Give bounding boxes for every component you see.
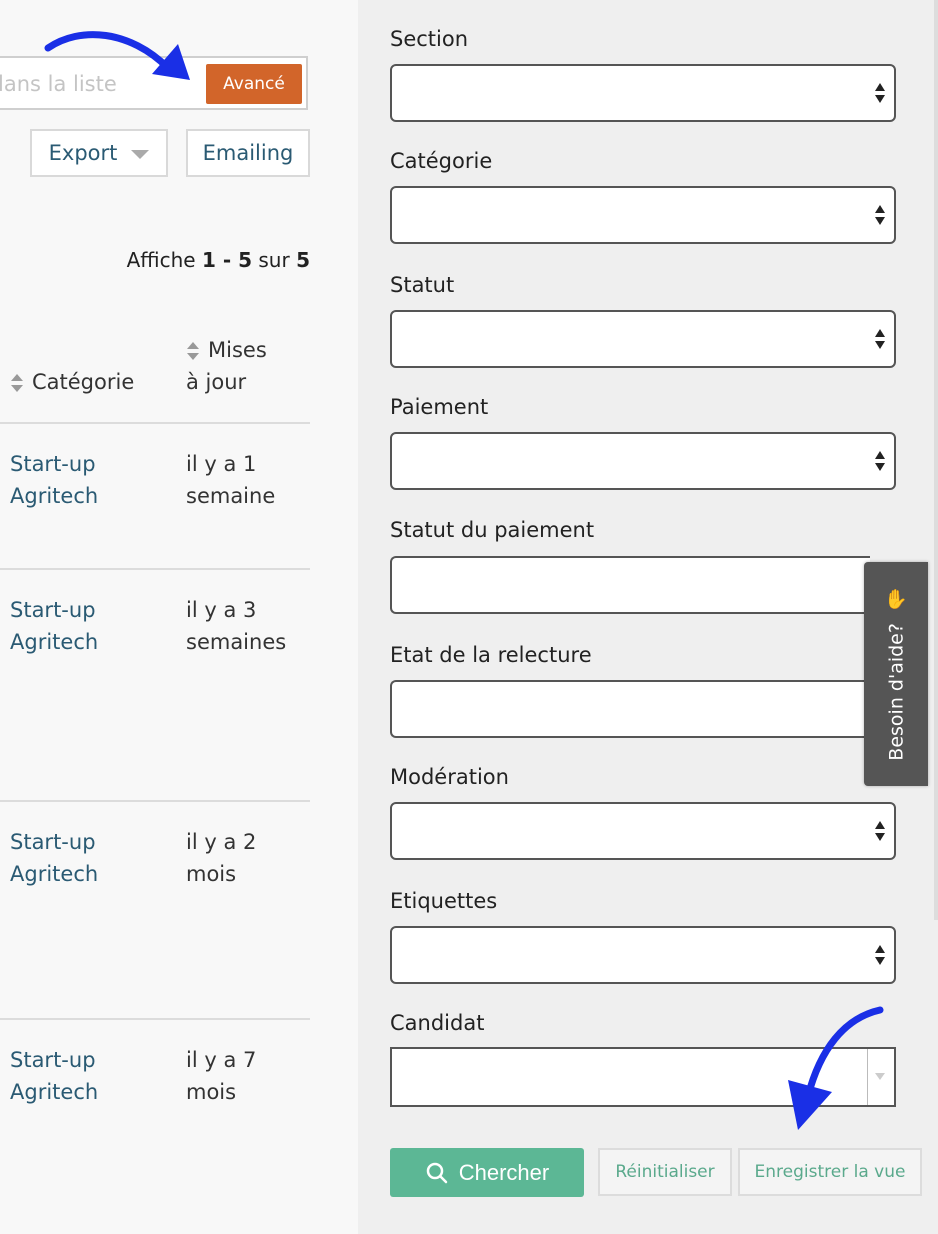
select-arrows-icon bbox=[875, 945, 885, 965]
select-divider bbox=[867, 1049, 868, 1105]
paiement-select[interactable] bbox=[390, 432, 896, 490]
cell-text: Agritech bbox=[10, 630, 99, 654]
row-divider bbox=[0, 800, 310, 802]
filter-label-categorie: Catégorie bbox=[390, 149, 493, 173]
table-row-updated: il y a 1 semaine bbox=[186, 448, 275, 512]
advanced-search-button[interactable]: Avancé bbox=[206, 64, 302, 104]
results-total: 5 bbox=[296, 248, 310, 272]
cell-text: Start-up bbox=[10, 598, 96, 622]
sort-icon bbox=[10, 372, 24, 394]
chevron-down-icon bbox=[131, 149, 150, 159]
results-panel: lans la liste Avancé Export Emailing Aff… bbox=[0, 0, 358, 1234]
save-view-button-label: Enregistrer la vue bbox=[754, 1162, 906, 1182]
column-header-mises-a-jour[interactable]: Mises à jour bbox=[186, 334, 267, 398]
select-arrows-icon bbox=[875, 451, 885, 471]
categorie-select[interactable] bbox=[390, 186, 896, 244]
help-tab[interactable]: Besoin d'aide? ✋ bbox=[864, 562, 928, 786]
row-divider bbox=[0, 1018, 310, 1020]
table-row-updated: il y a 7 mois bbox=[186, 1044, 256, 1108]
table-row-updated: il y a 2 mois bbox=[186, 826, 256, 890]
cell-text: Agritech bbox=[10, 484, 99, 508]
export-label: Export bbox=[48, 141, 118, 165]
cell-text: mois bbox=[186, 862, 237, 886]
select-arrows-icon bbox=[875, 83, 885, 103]
table-row-categorie-link[interactable]: Start-up Agritech bbox=[10, 594, 98, 658]
moderation-select[interactable] bbox=[390, 802, 896, 860]
statut-paiement-select[interactable] bbox=[390, 556, 870, 614]
section-select[interactable] bbox=[390, 64, 896, 122]
cell-text: Agritech bbox=[10, 862, 99, 886]
cell-text: il y a 2 bbox=[186, 830, 257, 854]
cell-text: Start-up bbox=[10, 1048, 96, 1072]
scrollbar[interactable] bbox=[934, 0, 938, 920]
etat-relecture-select[interactable] bbox=[390, 680, 870, 738]
help-text: Besoin d'aide? bbox=[885, 623, 908, 761]
row-divider bbox=[0, 422, 310, 424]
chevron-down-icon bbox=[875, 1073, 885, 1080]
table-row-categorie-link[interactable]: Start-up Agritech bbox=[10, 448, 98, 512]
cell-text: il y a 3 bbox=[186, 598, 257, 622]
filter-label-section: Section bbox=[390, 27, 469, 51]
results-sur: sur bbox=[258, 248, 290, 272]
cell-text: Start-up bbox=[10, 452, 96, 476]
table-row-categorie-link[interactable]: Start-up Agritech bbox=[10, 826, 98, 890]
search-icon bbox=[426, 1162, 447, 1183]
filter-label-moderation: Modération bbox=[390, 765, 509, 789]
cell-text: Start-up bbox=[10, 830, 96, 854]
row-divider bbox=[0, 568, 310, 570]
cell-text: mois bbox=[186, 1080, 237, 1104]
cell-text: il y a 1 bbox=[186, 452, 257, 476]
statut-select[interactable] bbox=[390, 310, 896, 368]
emailing-button[interactable]: Emailing bbox=[186, 129, 310, 177]
filter-label-etat-relecture: Etat de la relecture bbox=[390, 643, 592, 667]
filter-label-statut-paiement: Statut du paiement bbox=[390, 518, 595, 542]
select-arrows-icon bbox=[875, 329, 885, 349]
hand-wave-icon: ✋ bbox=[884, 588, 908, 611]
search-placeholder: lans la liste bbox=[0, 72, 117, 96]
sort-icon bbox=[186, 340, 200, 362]
etiquettes-select[interactable] bbox=[390, 926, 896, 984]
candidat-select[interactable] bbox=[390, 1047, 896, 1107]
cell-text: Agritech bbox=[10, 1080, 99, 1104]
results-count: Affiche 1 - 5 sur 5 bbox=[127, 248, 310, 272]
save-view-button[interactable]: Enregistrer la vue bbox=[738, 1148, 922, 1196]
emailing-label: Emailing bbox=[202, 141, 294, 165]
search-button-label: Chercher bbox=[458, 1159, 550, 1185]
filter-label-candidat: Candidat bbox=[390, 1011, 485, 1035]
results-range: 1 - 5 bbox=[201, 248, 253, 272]
column-header-maj-line2: à jour bbox=[186, 370, 247, 394]
select-arrows-icon bbox=[875, 821, 885, 841]
results-prefix: Affiche bbox=[126, 248, 196, 272]
column-header-categorie[interactable]: Catégorie bbox=[10, 366, 134, 398]
table-row-updated: il y a 3 semaines bbox=[186, 594, 286, 658]
table-row-categorie-link[interactable]: Start-up Agritech bbox=[10, 1044, 98, 1108]
help-tab-label: Besoin d'aide? ✋ bbox=[884, 587, 908, 761]
reset-button[interactable]: Réinitialiser bbox=[598, 1148, 732, 1196]
reset-button-label: Réinitialiser bbox=[615, 1162, 715, 1182]
cell-text: semaine bbox=[186, 484, 276, 508]
filter-label-etiquettes: Etiquettes bbox=[390, 889, 498, 913]
export-button[interactable]: Export bbox=[30, 129, 168, 177]
column-header-maj-line1: Mises bbox=[208, 338, 267, 362]
select-arrows-icon bbox=[875, 205, 885, 225]
cell-text: semaines bbox=[186, 630, 287, 654]
filter-label-statut: Statut bbox=[390, 273, 455, 297]
search-button[interactable]: Chercher bbox=[390, 1148, 584, 1197]
column-header-categorie-label: Catégorie bbox=[32, 370, 135, 394]
cell-text: il y a 7 bbox=[186, 1048, 257, 1072]
filter-label-paiement: Paiement bbox=[390, 395, 489, 419]
